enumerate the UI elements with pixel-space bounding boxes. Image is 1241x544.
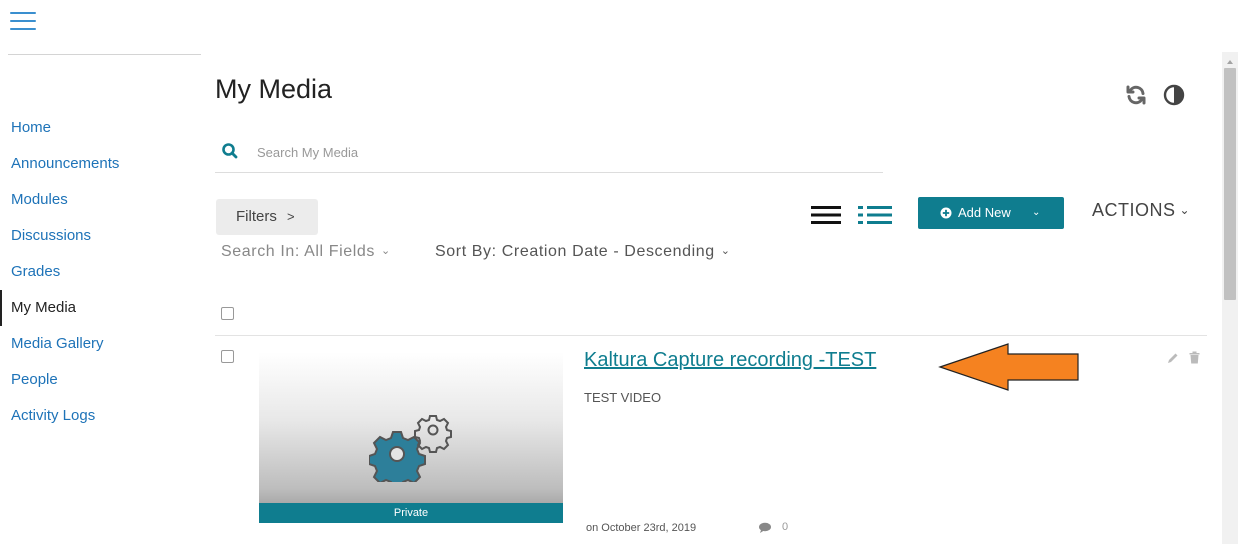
- scroll-up-arrow-icon[interactable]: [1225, 58, 1235, 66]
- actions-menu[interactable]: ACTIONS ⌄: [1092, 200, 1190, 221]
- nav-item-media-gallery[interactable]: Media Gallery: [0, 326, 200, 362]
- status-badge: Private: [259, 503, 563, 523]
- search-icon[interactable]: [221, 142, 239, 160]
- media-title-link[interactable]: Kaltura Capture recording -TEST: [584, 349, 876, 372]
- chevron-down-icon: ⌄: [720, 245, 731, 257]
- nav-item-people[interactable]: People: [0, 362, 200, 398]
- search-bar: [215, 133, 883, 173]
- sort-by-dropdown[interactable]: Sort By: Creation Date - Descending ⌄: [435, 243, 731, 261]
- nav-item-announcements[interactable]: Announcements: [0, 146, 200, 182]
- comment-icon: [759, 522, 771, 533]
- contrast-icon[interactable]: [1163, 84, 1185, 106]
- media-description: TEST VIDEO: [584, 390, 662, 405]
- filters-label: Filters: [236, 208, 277, 225]
- course-nav: Home Announcements Modules Discussions G…: [0, 110, 200, 434]
- annotation-arrow: [938, 343, 1079, 391]
- add-new-label: Add New: [958, 205, 1011, 220]
- nav-item-home[interactable]: Home: [0, 110, 200, 146]
- chevron-down-icon: ⌄: [381, 245, 391, 257]
- filters-button[interactable]: Filters >: [216, 199, 318, 235]
- scrollbar-thumb[interactable]: [1224, 68, 1236, 300]
- trash-icon[interactable]: [1189, 351, 1200, 364]
- nav-item-modules[interactable]: Modules: [0, 182, 200, 218]
- plus-circle-icon: [940, 207, 952, 219]
- nav-item-grades[interactable]: Grades: [0, 254, 200, 290]
- list-header-divider: [215, 335, 1207, 336]
- gears-icon: [369, 415, 452, 482]
- detailed-view-icon[interactable]: [857, 203, 893, 227]
- nav-item-discussions[interactable]: Discussions: [0, 218, 200, 254]
- add-new-button[interactable]: Add New ⌄: [918, 197, 1064, 229]
- list-view-icon[interactable]: [810, 203, 842, 227]
- actions-label: ACTIONS: [1092, 200, 1176, 220]
- entry-checkbox[interactable]: [221, 350, 234, 363]
- search-input[interactable]: [257, 141, 857, 163]
- page-title: My Media: [215, 74, 333, 104]
- search-in-label: Search In: All Fields: [221, 243, 375, 260]
- sort-by-label: Sort By: Creation Date - Descending: [435, 243, 715, 260]
- nav-item-activity-logs[interactable]: Activity Logs: [0, 398, 200, 434]
- hamburger-icon[interactable]: [10, 12, 36, 32]
- refresh-icon[interactable]: [1124, 83, 1148, 107]
- nav-item-my-media[interactable]: My Media: [0, 290, 200, 326]
- chevron-down-icon: ⌄: [1032, 207, 1041, 218]
- search-in-dropdown[interactable]: Search In: All Fields ⌄: [221, 243, 391, 261]
- chevron-right-icon: >: [287, 209, 295, 224]
- media-date: on October 23rd, 2019: [586, 522, 697, 534]
- pencil-icon[interactable]: [1167, 352, 1179, 364]
- select-all-checkbox[interactable]: [221, 307, 234, 320]
- comment-count: 0: [782, 521, 789, 533]
- media-thumbnail[interactable]: Private: [259, 352, 563, 523]
- chevron-down-icon: ⌄: [1179, 203, 1191, 217]
- sidebar-divider: [8, 54, 201, 55]
